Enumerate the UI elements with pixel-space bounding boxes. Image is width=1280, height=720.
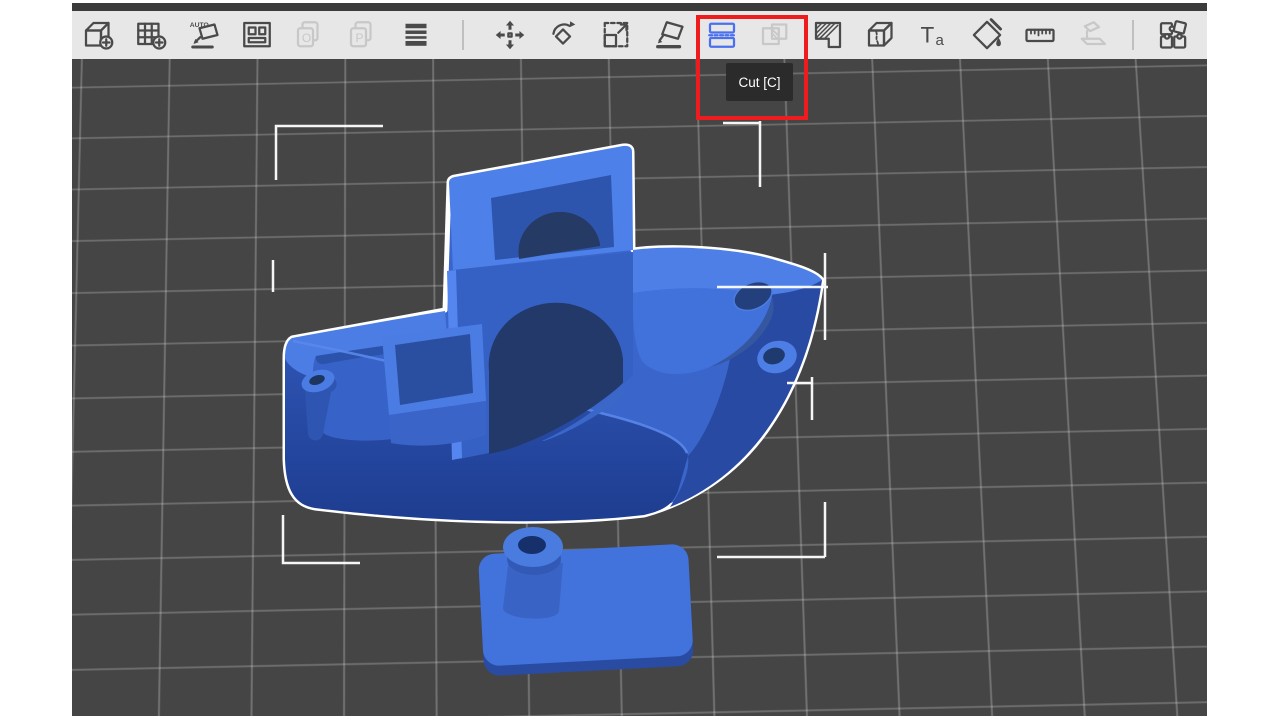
toolbar-separator (462, 20, 464, 50)
seam-painting-icon (863, 17, 899, 53)
auto-orient-icon: AUTO (186, 17, 222, 53)
auto-orient-button[interactable]: AUTO (182, 13, 226, 57)
assembly-view-button (1071, 13, 1115, 57)
scale-icon (598, 17, 634, 53)
scale-button[interactable] (594, 13, 638, 57)
split-icon (1155, 17, 1191, 53)
add-model-button[interactable] (76, 13, 120, 57)
variable-layer-height-icon (398, 17, 434, 53)
add-plate-icon (133, 17, 169, 53)
variable-layer-height-button[interactable] (394, 13, 438, 57)
svg-text:T: T (921, 23, 935, 48)
svg-text:a: a (936, 32, 945, 49)
measure-icon (1022, 17, 1058, 53)
measure-button[interactable] (1018, 13, 1062, 57)
color-painting-icon (969, 17, 1005, 53)
bracket-top-left (276, 126, 383, 180)
cut-tooltip-label: Cut [C] (738, 75, 780, 90)
toolbar-separator (1132, 20, 1134, 50)
cut-button[interactable] (700, 13, 744, 57)
rotate-icon (545, 17, 581, 53)
move-icon (492, 17, 528, 53)
copy-icon: O (292, 17, 328, 53)
cut-tooltip: Cut [C] (726, 63, 793, 101)
benchy-model[interactable] (285, 146, 822, 521)
chimney-hole (518, 536, 546, 554)
seam-painting-button[interactable] (859, 13, 903, 57)
bracket-lower-right (787, 377, 813, 420)
bracket-bottom-right (717, 502, 825, 557)
bracket-bottom-left (283, 515, 360, 563)
mesh-boolean-button (753, 13, 797, 57)
lay-on-face-icon (651, 17, 687, 53)
svg-text:O: O (302, 31, 311, 45)
window-chrome-strip (72, 3, 1207, 11)
support-painting-button[interactable] (806, 13, 850, 57)
support-painting-icon (810, 17, 846, 53)
text-tool-icon: T a (916, 17, 952, 53)
assembly-view-icon (1075, 17, 1111, 53)
cut-icon (704, 17, 740, 53)
add-plate-button[interactable] (129, 13, 173, 57)
scene-canvas (72, 59, 1207, 716)
svg-text:P: P (356, 31, 364, 45)
add-model-icon (80, 17, 116, 53)
mesh-boolean-icon (757, 17, 793, 53)
rotate-button[interactable] (541, 13, 585, 57)
move-button[interactable] (488, 13, 532, 57)
paste-icon: P (345, 17, 381, 53)
cargo-box-recess (395, 334, 473, 405)
text-tool-button[interactable]: T a (912, 13, 956, 57)
app-window: AUTO O P (72, 3, 1207, 716)
arrange-icon (239, 17, 275, 53)
paste-button: P (341, 13, 385, 57)
3d-viewport[interactable] (72, 59, 1207, 716)
arrange-button[interactable] (235, 13, 279, 57)
bracket-top-right (723, 121, 761, 187)
main-toolbar: AUTO O P (72, 11, 1207, 59)
cut-piece-model[interactable] (478, 527, 694, 676)
lay-on-face-button[interactable] (647, 13, 691, 57)
copy-button: O (288, 13, 332, 57)
split-button[interactable] (1151, 13, 1195, 57)
color-painting-button[interactable] (965, 13, 1009, 57)
